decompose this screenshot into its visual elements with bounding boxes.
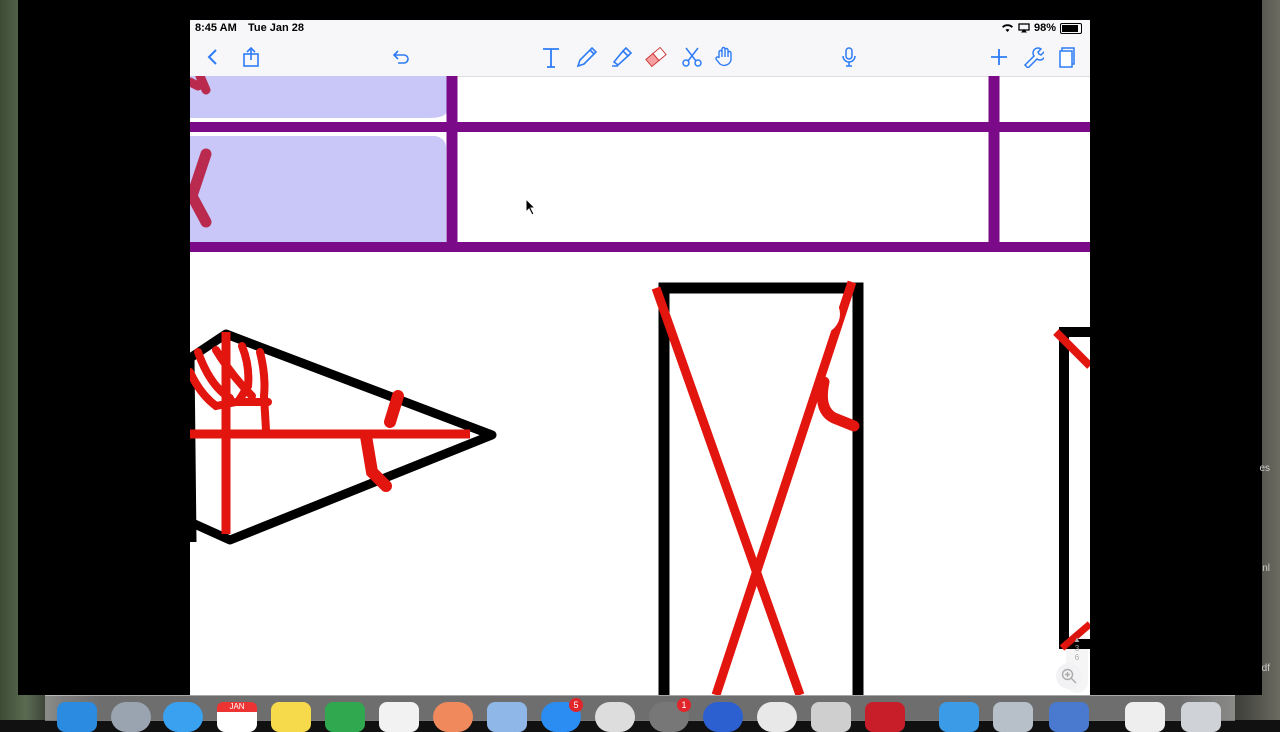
share-icon[interactable] (238, 44, 264, 70)
eraser-icon[interactable] (643, 44, 669, 70)
notes-toolbar (190, 38, 1090, 77)
wifi-icon (1001, 24, 1013, 32)
plus-icon[interactable] (986, 44, 1012, 70)
photos-icon[interactable] (433, 702, 473, 732)
text-tool-icon[interactable] (538, 44, 564, 70)
downloads-folder-icon[interactable] (939, 702, 979, 732)
wrench-icon[interactable] (1020, 44, 1046, 70)
battery-percent: 98% (1033, 22, 1056, 34)
edge-text-2: nl (1262, 563, 1270, 574)
macos-dock: JAN 5 1 (45, 695, 1235, 732)
reminders-icon[interactable] (379, 702, 419, 732)
lavender-cell-top (190, 76, 448, 118)
ios-status-bar: 8:45 AM Tue Jan 28 98% (190, 20, 1090, 38)
screenshot-icon[interactable] (811, 702, 851, 732)
status-date: Tue Jan 28 (248, 22, 305, 34)
safari-icon[interactable] (163, 702, 203, 732)
numbers-icon[interactable] (325, 702, 365, 732)
image-file-icon[interactable] (993, 702, 1033, 732)
pen-icon[interactable] (574, 44, 600, 70)
zoom-magnifier-icon[interactable] (1056, 663, 1082, 689)
system-badge: 1 (677, 698, 691, 712)
page-current: 3 (1074, 644, 1080, 653)
highlighter-icon[interactable] (608, 44, 634, 70)
document-stack-icon[interactable] (1125, 702, 1165, 732)
white-erased-blob (800, 294, 840, 334)
red-x-line-2 (711, 280, 857, 695)
battery-icon (1060, 22, 1082, 34)
edge-text-3: df (1261, 663, 1270, 674)
notes-app-icon[interactable] (271, 702, 311, 732)
handwriting-drawing (190, 71, 1090, 695)
chrome-icon[interactable] (757, 702, 797, 732)
acrobat-icon[interactable] (865, 702, 905, 732)
appstore-badge: 5 (569, 698, 583, 712)
status-right: 98% (1001, 22, 1082, 34)
launchpad-icon[interactable] (111, 702, 151, 732)
black-right-rect (1059, 327, 1090, 649)
lavender-cell-bottom (190, 136, 446, 242)
zoom-app-icon[interactable] (703, 702, 743, 732)
mouse-pointer-icon (525, 197, 537, 221)
appstore-icon[interactable]: 5 (541, 698, 583, 732)
page-up-icon: ▲ (1073, 635, 1081, 644)
page-total: 6 (1074, 653, 1080, 662)
edge-text-1: es (1259, 463, 1270, 474)
red-hook (816, 376, 860, 432)
finder-icon[interactable] (57, 702, 97, 732)
status-time: 8:45 AM (195, 22, 237, 34)
shapes-hand-icon[interactable] (712, 44, 738, 70)
system-preferences-icon[interactable]: 1 (649, 698, 691, 732)
red-scribble-1 (194, 342, 270, 434)
lasso-scissors-icon[interactable] (679, 44, 705, 70)
notes-canvas[interactable]: ▲ 3 6 (190, 71, 1090, 695)
trash-icon[interactable] (1181, 702, 1221, 732)
calendar-month: JAN (217, 702, 257, 712)
calendar-icon[interactable]: JAN (217, 702, 257, 732)
preview-icon[interactable] (487, 702, 527, 732)
undo-icon[interactable] (388, 44, 414, 70)
screen-mirroring-icon (1018, 23, 1030, 33)
back-chevron-icon[interactable] (200, 44, 226, 70)
microphone-icon[interactable] (836, 44, 862, 70)
pages-icon[interactable] (1054, 44, 1080, 70)
document-icon[interactable] (1049, 702, 1089, 732)
dictionary-icon[interactable] (595, 702, 635, 732)
ipad-mirror-window: 8:45 AM Tue Jan 28 98% ▲ 3 6 (190, 20, 1090, 695)
